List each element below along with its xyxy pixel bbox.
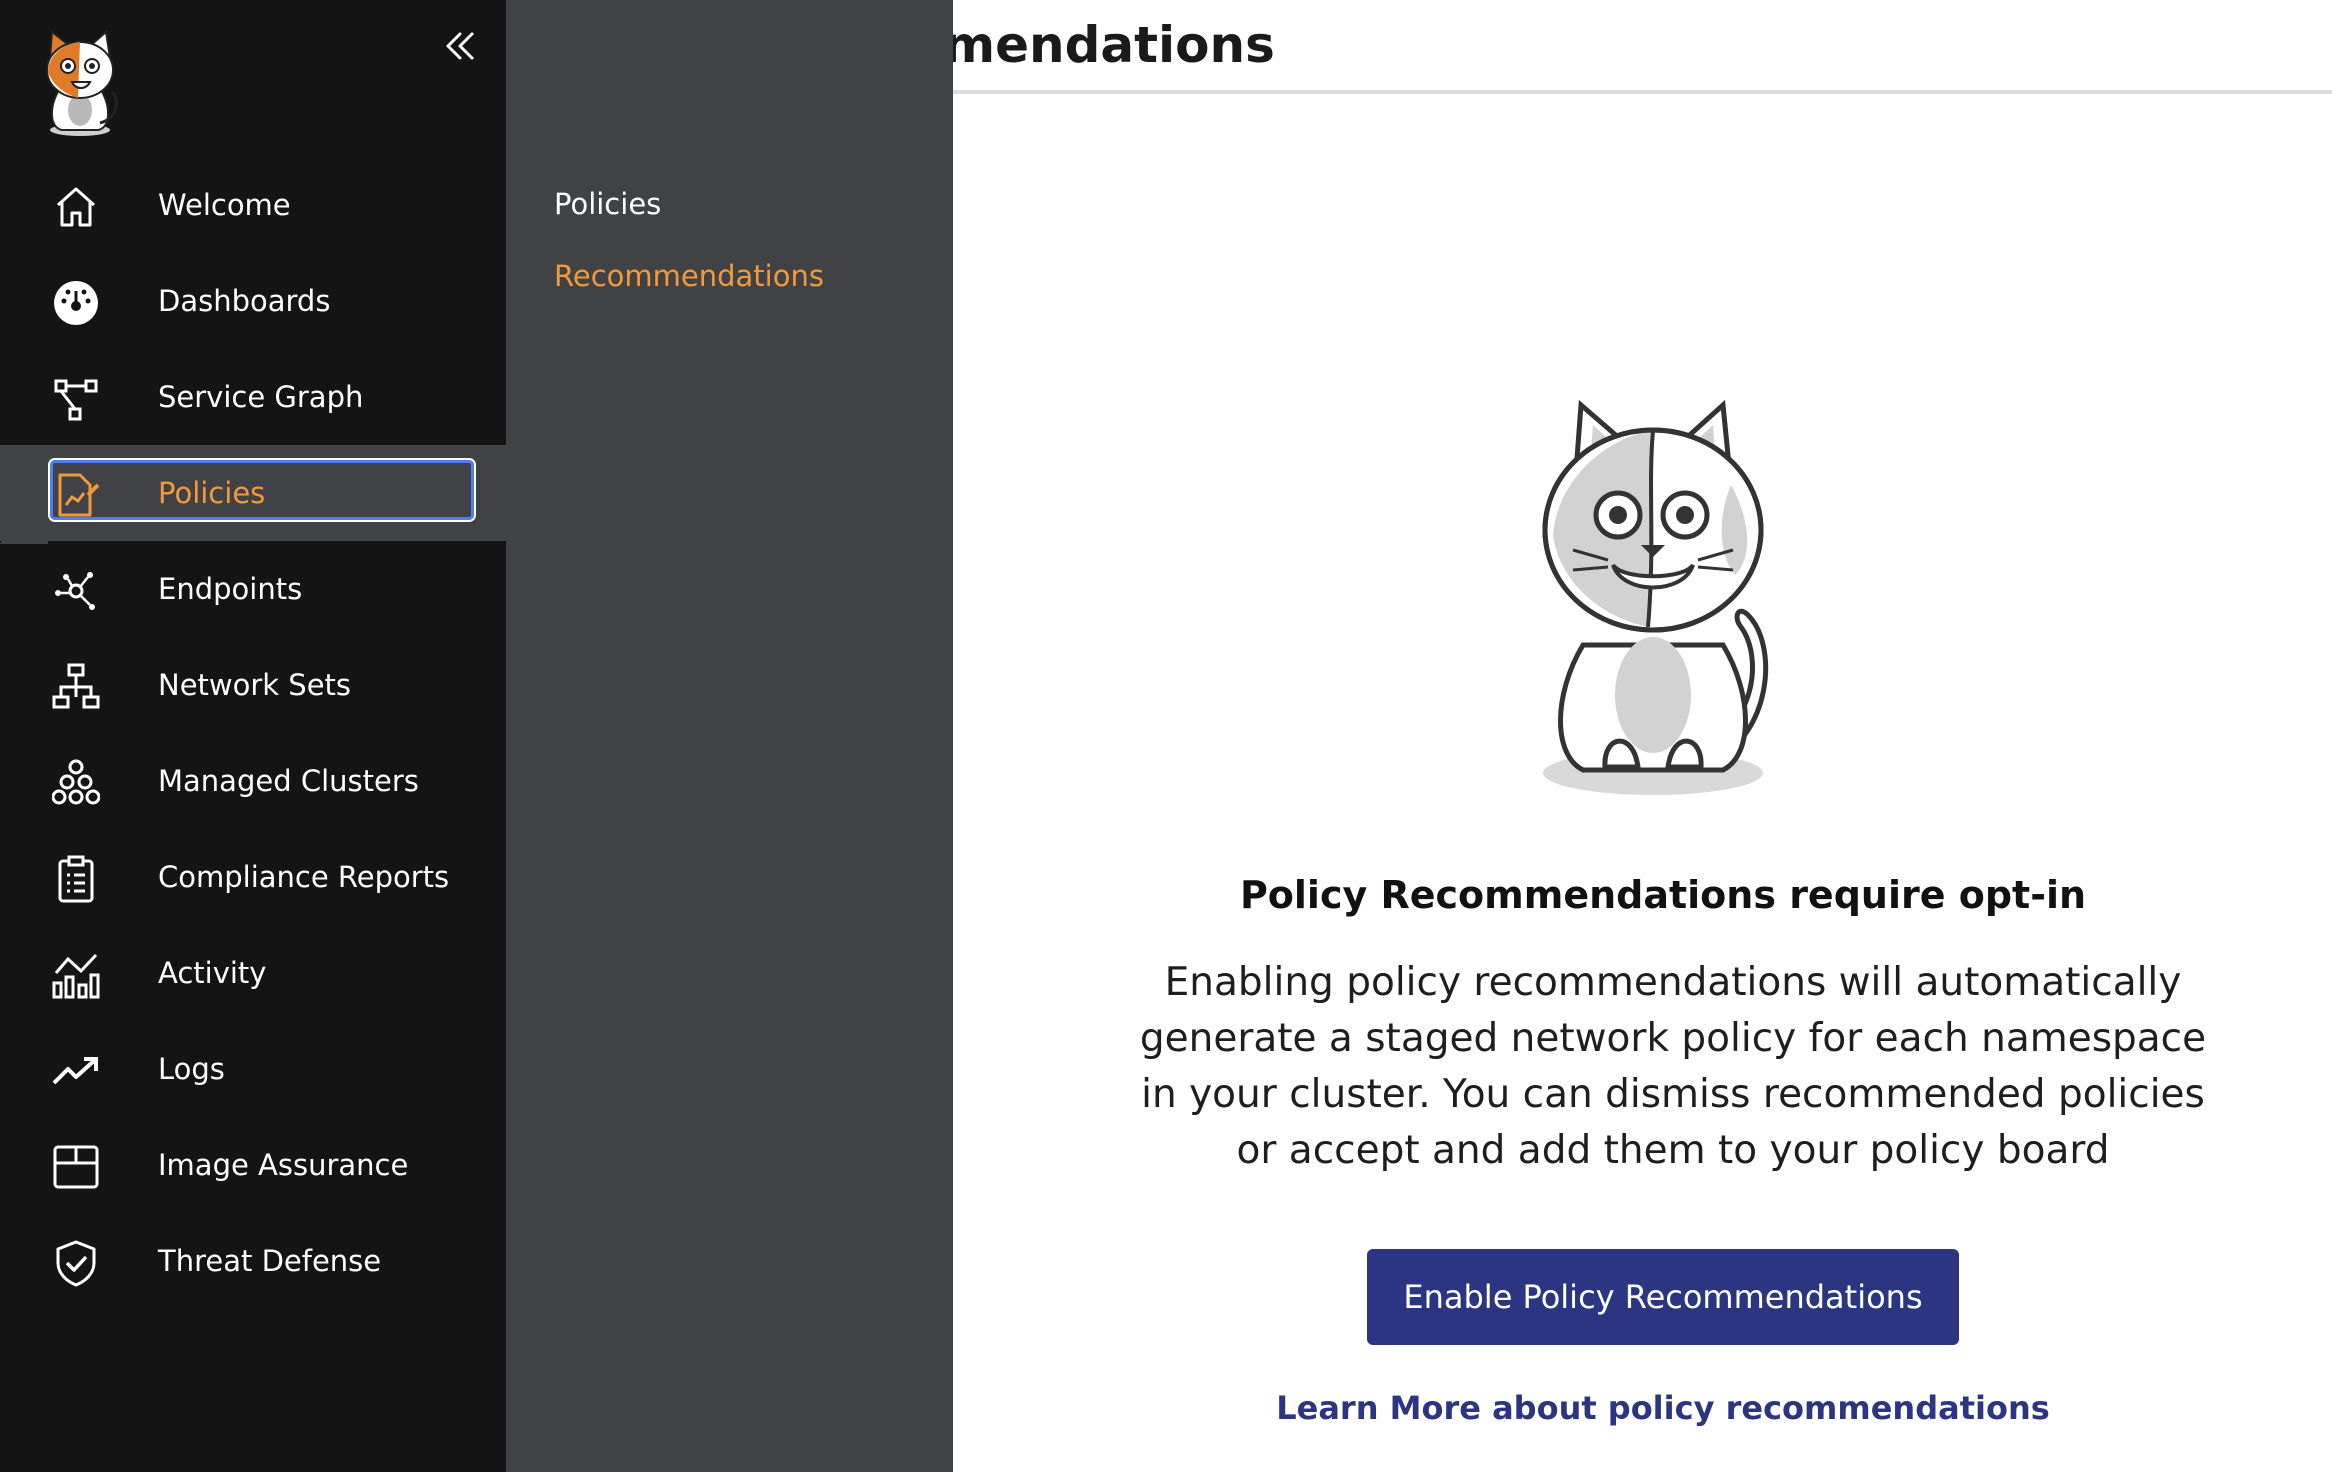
box-icon	[53, 1145, 99, 1189]
collapse-sidebar-icon[interactable]	[440, 26, 480, 66]
sidebar-item-network-sets[interactable]: Network Sets	[0, 637, 506, 733]
sidebar-item-welcome[interactable]: Welcome	[0, 157, 506, 253]
policy-document-icon	[58, 473, 100, 517]
sidebar-item-dashboards[interactable]: Dashboards	[0, 253, 506, 349]
sidebar-item-label: Welcome	[158, 188, 291, 222]
submenu-item-policies[interactable]: Policies	[554, 180, 661, 228]
sidebar-item-label: Compliance Reports	[158, 860, 450, 894]
sidebar-item-label: Policies	[158, 476, 266, 510]
endpoints-icon	[55, 572, 95, 610]
sidebar-item-compliance-reports[interactable]: Compliance Reports	[0, 829, 506, 925]
service-graph-icon	[54, 379, 98, 421]
sidebar-item-managed-clusters[interactable]: Managed Clusters	[0, 733, 506, 829]
sidebar-item-threat-defense[interactable]: Threat Defense	[0, 1213, 506, 1309]
clipboard-icon	[58, 855, 94, 903]
sidebar-item-image-assurance[interactable]: Image Assurance	[0, 1117, 506, 1213]
empty-state-heading: Policy Recommendations require opt-in	[1239, 873, 2087, 917]
dashboard-gauge-icon	[54, 281, 98, 325]
sidebar-item-service-graph[interactable]: Service Graph	[0, 349, 506, 445]
sidebar-item-label: Managed Clusters	[158, 764, 419, 798]
trend-arrow-icon	[52, 1057, 98, 1085]
page-header: mendations	[943, 0, 2332, 94]
sidebar-item-logs[interactable]: Logs	[0, 1021, 506, 1117]
policies-submenu: Policies Recommendations	[506, 0, 953, 1472]
sidebar-item-label: Logs	[158, 1052, 225, 1086]
enable-policy-recommendations-button[interactable]: Enable Policy Recommendations	[1367, 1249, 1959, 1345]
submenu-item-recommendations[interactable]: Recommendations	[554, 252, 824, 300]
sidebar: Welcome Dashboards Service Graph Policie…	[0, 0, 506, 1472]
sidebar-item-policies[interactable]: Policies	[0, 445, 506, 541]
sidebar-item-label: Network Sets	[158, 668, 352, 702]
home-icon	[57, 187, 95, 227]
sidebar-item-label: Activity	[158, 956, 267, 990]
logo-cat-icon	[46, 30, 118, 136]
activity-chart-icon	[52, 953, 100, 999]
sidebar-item-activity[interactable]: Activity	[0, 925, 506, 1021]
empty-state: Policy Recommendations require opt-in En…	[1123, 395, 2206, 1427]
empty-state-description: Enabling policy recommendations will aut…	[1139, 960, 2207, 1173]
sidebar-item-label: Threat Defense	[158, 1244, 382, 1278]
cat-mascot-illustration	[1542, 399, 1769, 795]
page-title: mendations	[943, 16, 1275, 74]
sidebar-item-label: Endpoints	[158, 572, 303, 606]
network-sets-icon	[52, 663, 100, 709]
learn-more-link[interactable]: Learn More about policy recommendations	[1276, 1389, 2050, 1427]
sidebar-item-endpoints[interactable]: Endpoints	[0, 541, 506, 637]
sidebar-item-label: Service Graph	[158, 380, 364, 414]
shield-check-icon	[56, 1240, 96, 1287]
main-content: mendations Policy Recommendations requir…	[943, 0, 2332, 1472]
managed-clusters-icon	[52, 759, 100, 805]
sidebar-item-label: Dashboards	[158, 284, 331, 318]
sidebar-item-label: Image Assurance	[158, 1148, 409, 1182]
